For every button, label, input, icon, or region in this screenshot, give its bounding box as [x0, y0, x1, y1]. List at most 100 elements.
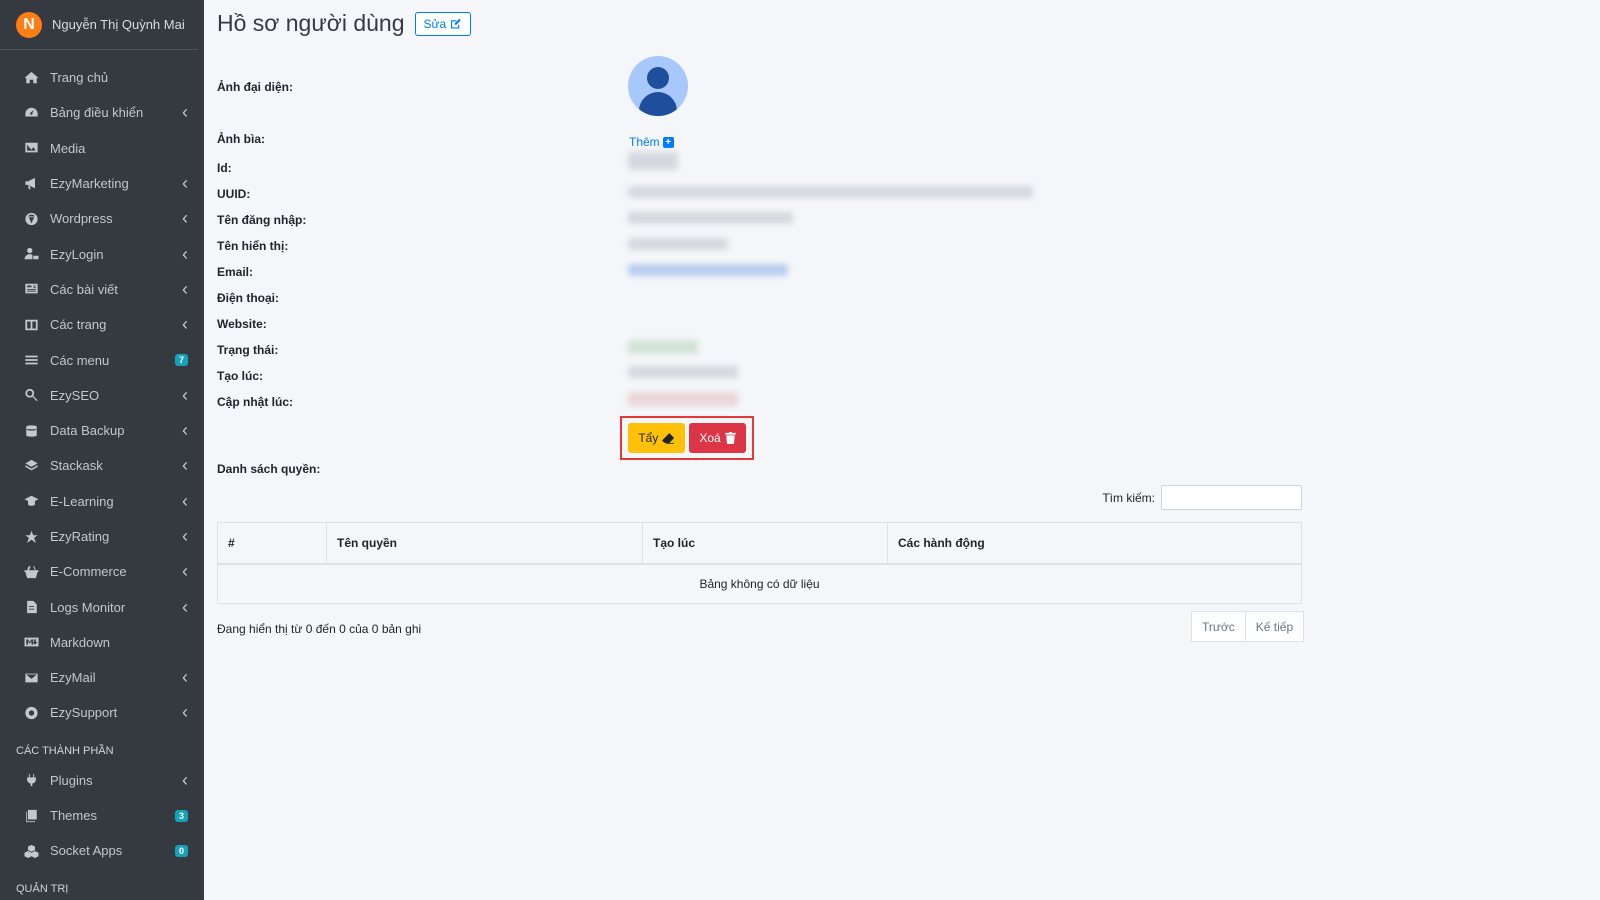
redacted-status-value — [628, 340, 698, 354]
column-header-actions[interactable]: Các hành động — [887, 522, 1302, 565]
search-input[interactable] — [1161, 485, 1302, 510]
page-header: Hồ sơ người dùng Sửa — [217, 10, 472, 37]
sidebar-item-ezyseo[interactable]: EzySEO ‹ — [0, 378, 204, 413]
sidebar-item-label: Logs Monitor — [50, 599, 126, 615]
add-cover-label: Thêm — [629, 135, 660, 149]
sidebar-item-themes[interactable]: Themes 3 — [0, 798, 204, 833]
sidebar-item-label: EzyRating — [50, 529, 110, 544]
sidebar-item-label: Plugins — [50, 772, 93, 788]
sidebar-item-b-ng-i-u-khi-n[interactable]: Bảng điều khiển ‹ — [0, 95, 204, 130]
clear-button[interactable]: Tẩy — [628, 423, 686, 453]
redacted-cover-value — [628, 152, 678, 170]
file-icon — [22, 600, 40, 614]
redacted-email-value — [628, 264, 788, 276]
markdown-icon — [22, 635, 40, 649]
sidebar-item-label: Các trang — [50, 317, 107, 333]
chevron-left-icon: ‹ — [182, 278, 188, 299]
chevron-left-icon: ‹ — [182, 173, 188, 194]
status-label: Trạng thái: — [217, 343, 279, 357]
sidebar-item-plugins[interactable]: Plugins ‹ — [0, 763, 204, 798]
redacted-updated-value — [628, 392, 738, 406]
star-icon — [22, 530, 40, 544]
sidebar-item-e-commerce[interactable]: E-Commerce ‹ — [0, 554, 204, 589]
themes-icon — [22, 809, 40, 823]
sidebar-item-label: Các bài viết — [50, 281, 118, 297]
sidebar-item-label: Themes — [50, 808, 97, 824]
eraser-icon — [662, 433, 675, 444]
sidebar-item-c-c-menu[interactable]: Các menu 7 — [0, 342, 204, 377]
chevron-left-icon: ‹ — [182, 384, 188, 405]
page-title: Hồ sơ người dùng — [217, 10, 405, 36]
sidebar-item-wordpress[interactable]: Wordpress ‹ — [0, 201, 204, 236]
sidebar-item-data-backup[interactable]: Data Backup ‹ — [0, 413, 204, 448]
cover-label: Ảnh bìa: — [217, 132, 265, 146]
chevron-left-icon: ‹ — [182, 455, 188, 476]
count-badge: 7 — [174, 354, 188, 367]
updated-label: Cập nhật lúc: — [217, 395, 294, 409]
next-page-button[interactable]: Kế tiếp — [1245, 611, 1305, 642]
chevron-left-icon: ‹ — [182, 102, 188, 123]
graduation-cap-icon — [22, 494, 40, 508]
add-cover-link[interactable]: Thêm + — [629, 135, 674, 149]
redacted-username-value — [628, 212, 793, 224]
sidebar-item-label: Wordpress — [50, 211, 113, 227]
chevron-left-icon: ‹ — [182, 243, 188, 264]
sidebar-item-ezymail[interactable]: EzyMail ‹ — [0, 660, 204, 695]
sidebar-item-ezyrating[interactable]: EzyRating ‹ — [0, 519, 204, 554]
sidebar-item-stackask[interactable]: Stackask ‹ — [0, 448, 204, 483]
sidebar-item-label: Media — [50, 140, 86, 156]
avatar-label: Ảnh đại diện: — [217, 80, 293, 94]
sidebar-item-e-learning[interactable]: E-Learning ‹ — [0, 484, 204, 519]
sidebar-item-media[interactable]: Media — [0, 131, 204, 166]
plus-square-icon: + — [662, 136, 674, 148]
database-icon — [22, 424, 40, 438]
search-plus-icon — [22, 388, 40, 402]
phone-label: Điện thoại: — [217, 291, 279, 305]
column-header-created[interactable]: Tạo lúc — [642, 522, 888, 565]
bullhorn-icon — [22, 177, 40, 191]
wordpress-icon — [22, 212, 40, 226]
uuid-label: UUID: — [217, 187, 251, 201]
sidebar-item-c-c-trang[interactable]: Các trang ‹ — [0, 307, 204, 342]
column-header-name[interactable]: Tên quyền — [326, 522, 643, 565]
sidebar-item-socket-apps[interactable]: Socket Apps 0 — [0, 833, 204, 868]
permissions-title: Danh sách quyền: — [217, 462, 321, 476]
columns-icon — [22, 318, 40, 332]
edit-button-label: Sửa — [423, 16, 447, 31]
sidebar-item-ezymarketing[interactable]: EzyMarketing ‹ — [0, 166, 204, 201]
sidebar-item-label: Socket Apps — [50, 843, 123, 859]
count-badge: 0 — [174, 844, 188, 857]
chevron-left-icon: ‹ — [182, 561, 188, 582]
empty-table-message: Bảng không có dữ liệu — [217, 563, 1302, 604]
user-name[interactable]: Nguyễn Thị Quỳnh Mai — [52, 17, 185, 32]
sidebar-item-logs-monitor[interactable]: Logs Monitor ‹ — [0, 589, 204, 624]
prev-page-button[interactable]: Trước — [1191, 611, 1246, 642]
sidebar-item-markdown[interactable]: Markdown — [0, 625, 204, 660]
sidebar-item-c-c-b-i-vi-t[interactable]: Các bài viết ‹ — [0, 272, 204, 307]
chevron-left-icon: ‹ — [182, 596, 188, 617]
redacted-uuid-value — [628, 186, 1033, 198]
layers-icon — [22, 459, 40, 473]
delete-button-label: Xoá — [699, 431, 721, 445]
delete-button[interactable]: Xoá — [689, 423, 746, 453]
sidebar-item-ezylogin[interactable]: EzyLogin ‹ — [0, 236, 204, 271]
column-header-index[interactable]: # — [217, 522, 327, 565]
sidebar-item-label: Data Backup — [50, 423, 125, 439]
table-row: Bảng không có dữ liệu — [217, 563, 1302, 604]
sidebar-item-label: E-Commerce — [50, 564, 127, 580]
permissions-table: # Tên quyền Tạo lúc Các hành động Bảng k… — [217, 522, 1302, 604]
table-info: Đang hiển thị từ 0 đến 0 của 0 bản ghi — [217, 622, 422, 636]
cubes-icon — [22, 844, 40, 858]
sidebar-item-label: EzySEO — [50, 387, 100, 403]
life-ring-icon — [22, 706, 40, 720]
search-label: Tìm kiếm: — [1102, 490, 1155, 505]
sidebar-item-label: Markdown — [50, 634, 110, 650]
sidebar-item-trang-ch-[interactable]: Trang chủ — [0, 60, 204, 95]
chevron-left-icon: ‹ — [182, 667, 188, 688]
redacted-created-value — [628, 366, 738, 378]
edit-button[interactable]: Sửa — [414, 11, 472, 36]
user-panel[interactable]: N Nguyễn Thị Quỳnh Mai — [0, 0, 198, 50]
sidebar-item-ezysupport[interactable]: EzySupport ‹ — [0, 695, 204, 730]
user-avatar[interactable]: N — [16, 11, 42, 38]
permissions-search: Tìm kiếm: — [217, 485, 1302, 510]
